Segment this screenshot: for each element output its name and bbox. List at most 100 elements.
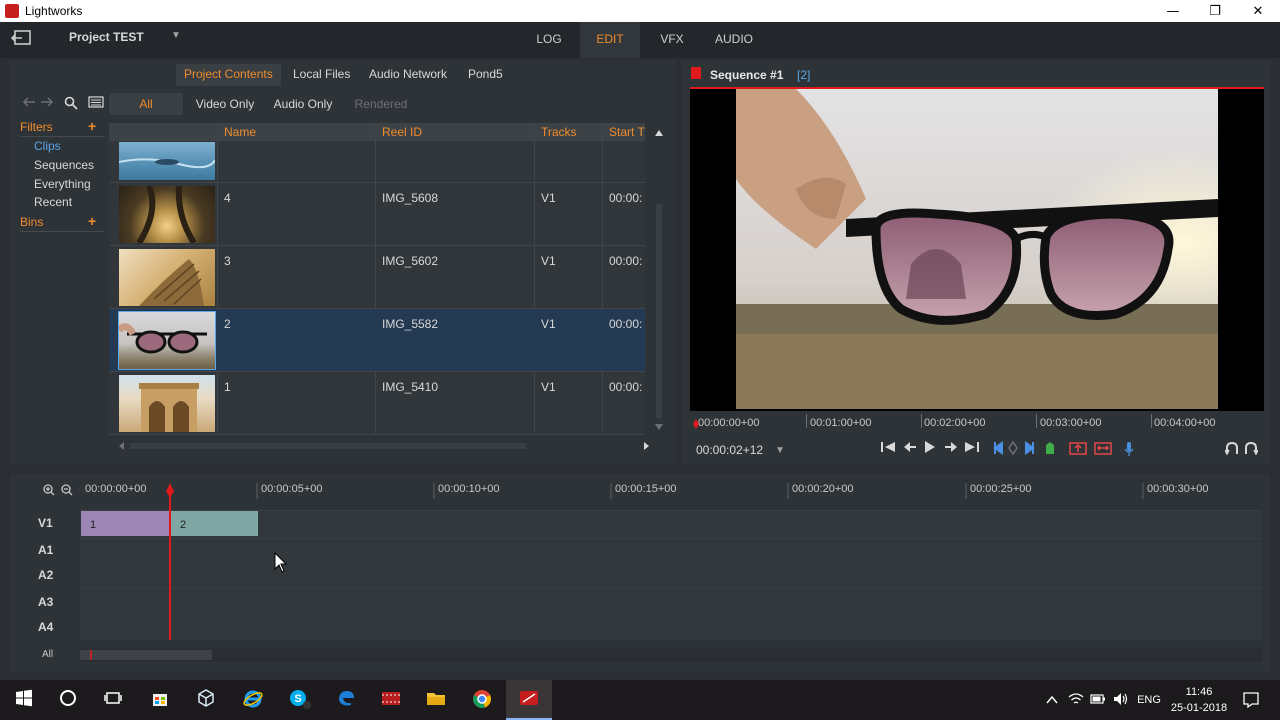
filter-audio-only[interactable]: Audio Only (270, 93, 336, 115)
tab-vfx[interactable]: VFX (650, 22, 694, 58)
bins-heading[interactable]: Bins (20, 215, 43, 229)
mark-in-icon[interactable] (992, 441, 1004, 459)
track-label-v1[interactable]: V1 (38, 516, 53, 530)
clip-name: 2 (224, 317, 231, 331)
lift-icon[interactable] (1069, 441, 1087, 459)
step-forward-icon[interactable] (944, 441, 958, 457)
filter-video-only[interactable]: Video Only (193, 93, 257, 115)
go-to-start-icon[interactable] (880, 441, 896, 457)
edge-icon[interactable] (334, 688, 358, 712)
step-back-icon[interactable] (903, 441, 917, 457)
skype-icon[interactable]: S (288, 688, 312, 712)
horizontal-scrollbar[interactable] (118, 440, 650, 452)
playhead[interactable] (169, 484, 171, 640)
project-name[interactable]: Project TEST (69, 30, 144, 44)
all-tracks-label[interactable]: All (42, 649, 53, 660)
maximize-button[interactable]: ❐ (1193, 0, 1237, 22)
film-app-icon[interactable] (379, 688, 403, 712)
remove-icon[interactable] (1094, 441, 1112, 459)
zoom-in-icon[interactable] (43, 484, 55, 499)
video-frame (736, 89, 1218, 409)
play-icon[interactable] (924, 441, 936, 457)
zoom-out-icon[interactable] (61, 484, 73, 499)
sidebar-item-sequences[interactable]: Sequences (34, 158, 94, 172)
microphone-icon[interactable] (1124, 441, 1134, 461)
action-center-icon[interactable] (1242, 691, 1260, 712)
clip-reel-id: IMG_5582 (382, 317, 439, 331)
exit-project-icon[interactable] (10, 28, 34, 48)
sidebar-item-recent[interactable]: Recent (34, 195, 72, 209)
cortana-icon[interactable] (56, 688, 80, 712)
track-label-a1[interactable]: A1 (38, 543, 53, 557)
taskbar-active-app[interactable] (506, 680, 552, 720)
timecode-dropdown-icon[interactable]: ▼ (775, 445, 785, 456)
tab-local-files[interactable]: Local Files (285, 64, 358, 86)
table-row[interactable]: 4 IMG_5608 V1 00:00: (109, 183, 645, 246)
windows-start-icon[interactable] (12, 688, 36, 712)
clock-time[interactable]: 11:46 (1170, 686, 1228, 698)
wifi-icon[interactable] (1068, 692, 1084, 709)
current-timecode[interactable]: 00:00:02+12 (696, 443, 763, 457)
timeline-scrollbar[interactable] (80, 648, 1262, 662)
video-preview[interactable] (690, 87, 1264, 411)
track-label-a2[interactable]: A2 (38, 568, 53, 582)
cue-marker-icon[interactable] (1044, 441, 1056, 459)
clock-date[interactable]: 25-01-2018 (1170, 702, 1228, 714)
vertical-scrollbar[interactable] (653, 124, 665, 434)
filter-rendered[interactable]: Rendered (350, 93, 412, 115)
battery-icon[interactable] (1090, 693, 1106, 708)
volume-icon[interactable] (1113, 692, 1129, 709)
tab-edit[interactable]: EDIT (580, 22, 640, 58)
clear-marks-icon[interactable] (1008, 440, 1018, 459)
svg-text:S: S (294, 693, 301, 705)
store-icon[interactable] (148, 688, 172, 712)
timeline-clip[interactable]: 1 (81, 511, 169, 536)
track-label-a4[interactable]: A4 (38, 620, 53, 634)
clip-thumbnail (116, 311, 216, 370)
table-row[interactable]: 3 IMG_5602 V1 00:00: (109, 246, 645, 309)
app-topbar: Project TEST ▼ LOG EDIT VFX AUDIO (0, 22, 1280, 58)
search-icon[interactable] (64, 96, 78, 113)
internet-explorer-icon[interactable] (241, 688, 265, 712)
language-indicator[interactable]: ENG (1136, 694, 1162, 706)
tab-audio-network[interactable]: Audio Network (361, 64, 455, 86)
redo-icon[interactable] (1244, 441, 1259, 459)
undo-icon[interactable] (1224, 441, 1239, 459)
timeline-clip[interactable]: 2 (171, 511, 258, 536)
track-label-a3[interactable]: A3 (38, 595, 53, 609)
viewer-playhead-icon[interactable] (693, 418, 699, 429)
sidebar-item-everything[interactable]: Everything (34, 177, 91, 191)
chevron-up-icon[interactable] (1046, 694, 1058, 708)
tab-project-contents[interactable]: Project Contents (176, 64, 281, 86)
table-row[interactable] (109, 123, 645, 183)
track-a3-a4[interactable] (80, 588, 1262, 640)
forward-arrow-icon[interactable] (40, 96, 54, 111)
timeline-ruler[interactable]: 00:00:00+00 00:00:05+00 00:00:10+00 00:0… (80, 481, 1262, 501)
file-explorer-icon[interactable] (424, 688, 448, 712)
tab-log[interactable]: LOG (528, 22, 570, 58)
filter-all[interactable]: All (109, 93, 183, 115)
clip-start: 00:00: (609, 317, 643, 331)
chrome-icon[interactable] (470, 688, 494, 712)
close-button[interactable]: ✕ (1236, 0, 1280, 22)
timeline-panel: 00:00:00+00 00:00:05+00 00:00:10+00 00:0… (10, 474, 1270, 672)
lightworks-app-icon (5, 4, 19, 18)
mark-out-icon[interactable] (1024, 441, 1036, 459)
list-view-icon[interactable] (88, 96, 104, 111)
task-view-icon[interactable] (101, 688, 125, 712)
table-row[interactable]: 1 IMG_5410 V1 00:00: (109, 372, 645, 435)
minimize-button[interactable]: — (1151, 0, 1195, 22)
playhead-handle-icon[interactable] (165, 484, 175, 498)
filters-heading[interactable]: Filters (20, 120, 53, 134)
sidebar-item-clips[interactable]: Clips (34, 139, 61, 153)
go-to-end-icon[interactable] (964, 441, 980, 457)
table-row[interactable]: 2 IMG_5582 V1 00:00: (109, 309, 645, 372)
add-filter-button[interactable]: + (88, 118, 96, 134)
add-bin-button[interactable]: + (88, 213, 96, 229)
track-a1-a2[interactable] (80, 538, 1262, 588)
back-arrow-icon[interactable] (22, 96, 36, 111)
project-dropdown-icon[interactable]: ▼ (171, 30, 181, 41)
tab-audio[interactable]: AUDIO (708, 22, 760, 58)
3d-box-icon[interactable] (194, 688, 218, 712)
tab-pond5[interactable]: Pond5 (460, 64, 511, 86)
